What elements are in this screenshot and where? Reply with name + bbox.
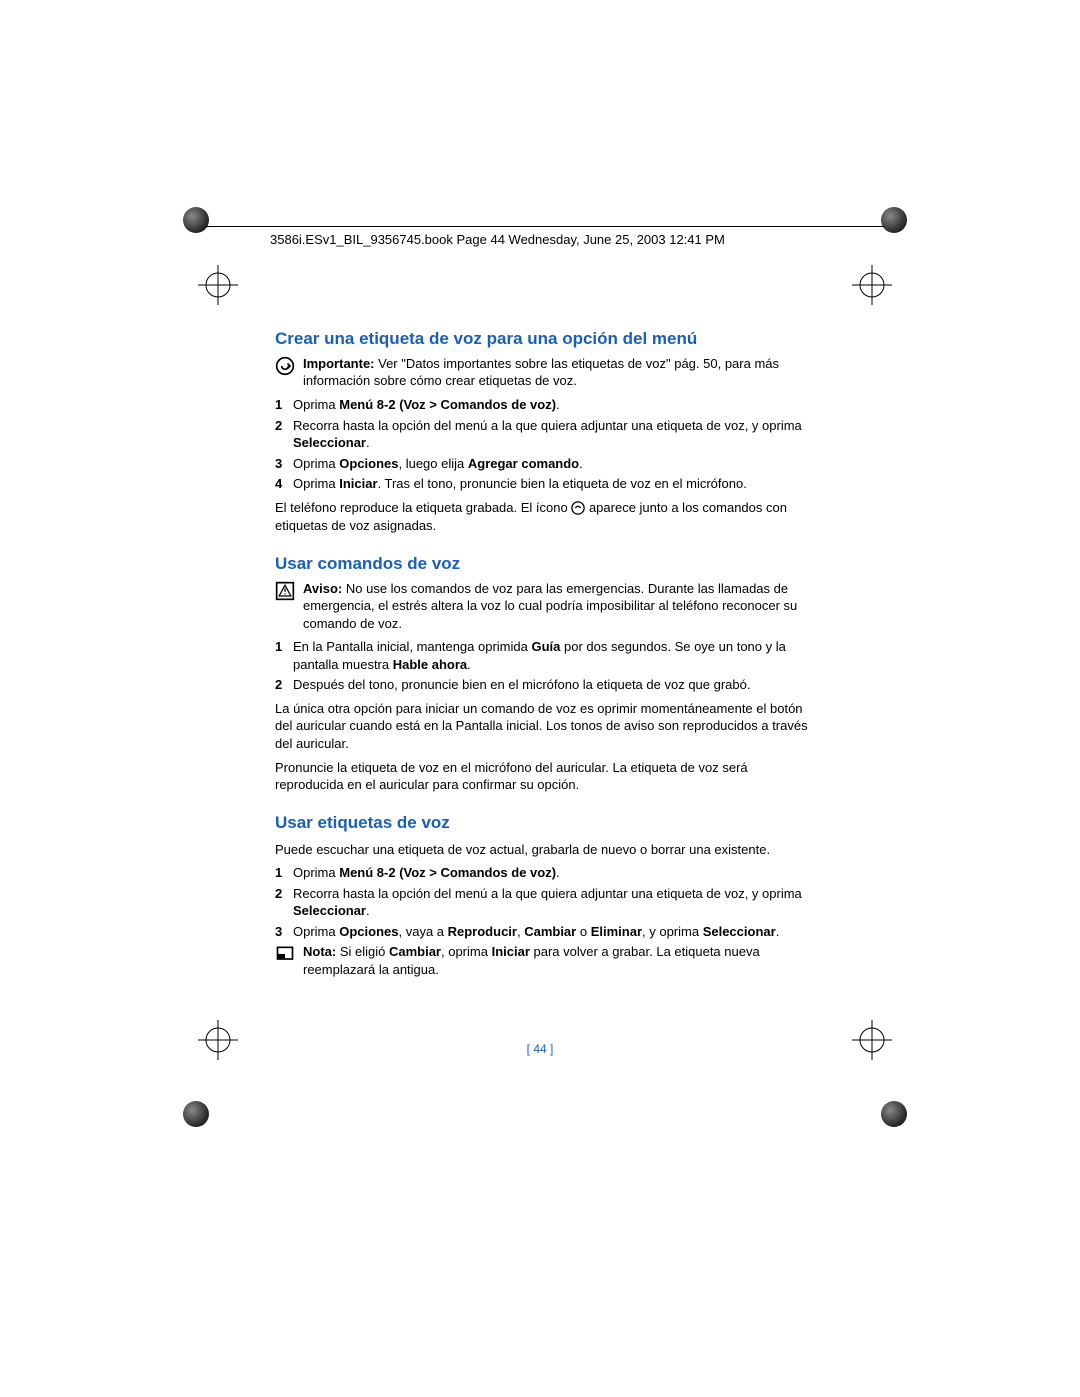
text: . (467, 657, 471, 672)
reg-mark (852, 265, 892, 305)
text: Oprima (293, 476, 339, 491)
text: Pronuncie la etiqueta de voz en el micró… (275, 759, 815, 794)
note-block: Nota: Si eligió Cambiar, oprima Iniciar … (275, 943, 815, 978)
section2-title: Usar comandos de voz (275, 553, 815, 576)
text: Oprima (293, 397, 339, 412)
text: . (556, 865, 560, 880)
text: Menú 8-2 (Voz > Comandos de voz) (339, 865, 556, 880)
text: Hable ahora (393, 657, 467, 672)
section1-title: Crear una etiqueta de voz para una opció… (275, 328, 815, 351)
section3-title: Usar etiquetas de voz (275, 812, 815, 835)
important-text: Ver "Datos importantes sobre las etiquet… (303, 356, 779, 389)
text: Cambiar (389, 944, 441, 959)
step-num: 3 (275, 923, 293, 941)
text: Puede escuchar una etiqueta de voz actua… (275, 841, 815, 859)
text: Seleccionar (293, 903, 366, 918)
important-label: Importante: (303, 356, 375, 371)
warning-icon (275, 581, 297, 606)
text: Recorra hasta la opción del menú a la qu… (293, 418, 802, 433)
text: Reproducir (448, 924, 517, 939)
text: Iniciar (339, 476, 377, 491)
note-icon (275, 944, 297, 969)
step-num: 3 (275, 455, 293, 473)
text: Recorra hasta la opción del menú a la qu… (293, 886, 802, 901)
text: Iniciar (492, 944, 530, 959)
text: . Tras el tono, pronuncie bien la etique… (378, 476, 747, 491)
crop-mark-br (865, 1085, 907, 1127)
text: Si eligió (336, 944, 389, 959)
warning-block: Aviso: No use los comandos de voz para l… (275, 580, 815, 633)
crop-mark-bl (183, 1085, 225, 1127)
step-num: 2 (275, 417, 293, 452)
text: Después del tono, pronuncie bien en el m… (293, 676, 815, 694)
voice-tag-icon (571, 500, 585, 518)
text: Menú 8-2 (Voz > Comandos de voz) (339, 397, 556, 412)
text: En la Pantalla inicial, mantenga oprimid… (293, 639, 531, 654)
text: Oprima (293, 865, 339, 880)
text: . (556, 397, 560, 412)
step-num: 1 (275, 864, 293, 882)
step-num: 2 (275, 676, 293, 694)
text: Opciones (339, 924, 398, 939)
step-num: 4 (275, 475, 293, 493)
crop-mark-tr (865, 207, 907, 249)
warning-label: Aviso: (303, 581, 342, 596)
text: Seleccionar (703, 924, 776, 939)
text: Oprima (293, 456, 339, 471)
step-num: 1 (275, 396, 293, 414)
text: . (579, 456, 583, 471)
important-block: Importante: Ver "Datos importantes sobre… (275, 355, 815, 390)
text: , y oprima (642, 924, 703, 939)
text: El teléfono reproduce la etiqueta grabad… (275, 500, 571, 515)
text: , oprima (441, 944, 492, 959)
warning-text: No use los comandos de voz para las emer… (303, 581, 797, 631)
header-rule (205, 226, 885, 227)
text: . (366, 903, 370, 918)
text: Opciones (339, 456, 398, 471)
note-label: Nota: (303, 944, 336, 959)
arrow-circle-icon (275, 356, 297, 381)
header-text: 3586i.ESv1_BIL_9356745.book Page 44 Wedn… (270, 232, 725, 247)
step-num: 1 (275, 638, 293, 673)
text: , vaya a (398, 924, 447, 939)
text: Oprima (293, 924, 339, 939)
text: Agregar comando (468, 456, 579, 471)
crop-mark-tl (183, 207, 225, 249)
page-number: [ 44 ] (0, 1042, 1080, 1056)
text: o (576, 924, 590, 939)
text: Eliminar (591, 924, 642, 939)
text: Guía (531, 639, 560, 654)
reg-mark (198, 265, 238, 305)
text: Cambiar (524, 924, 576, 939)
text: , luego elija (398, 456, 467, 471)
text: . (366, 435, 370, 450)
page-content: Crear una etiqueta de voz para una opció… (275, 310, 815, 984)
text: Seleccionar (293, 435, 366, 450)
text: La única otra opción para iniciar un com… (275, 700, 815, 753)
text: . (776, 924, 780, 939)
step-num: 2 (275, 885, 293, 920)
